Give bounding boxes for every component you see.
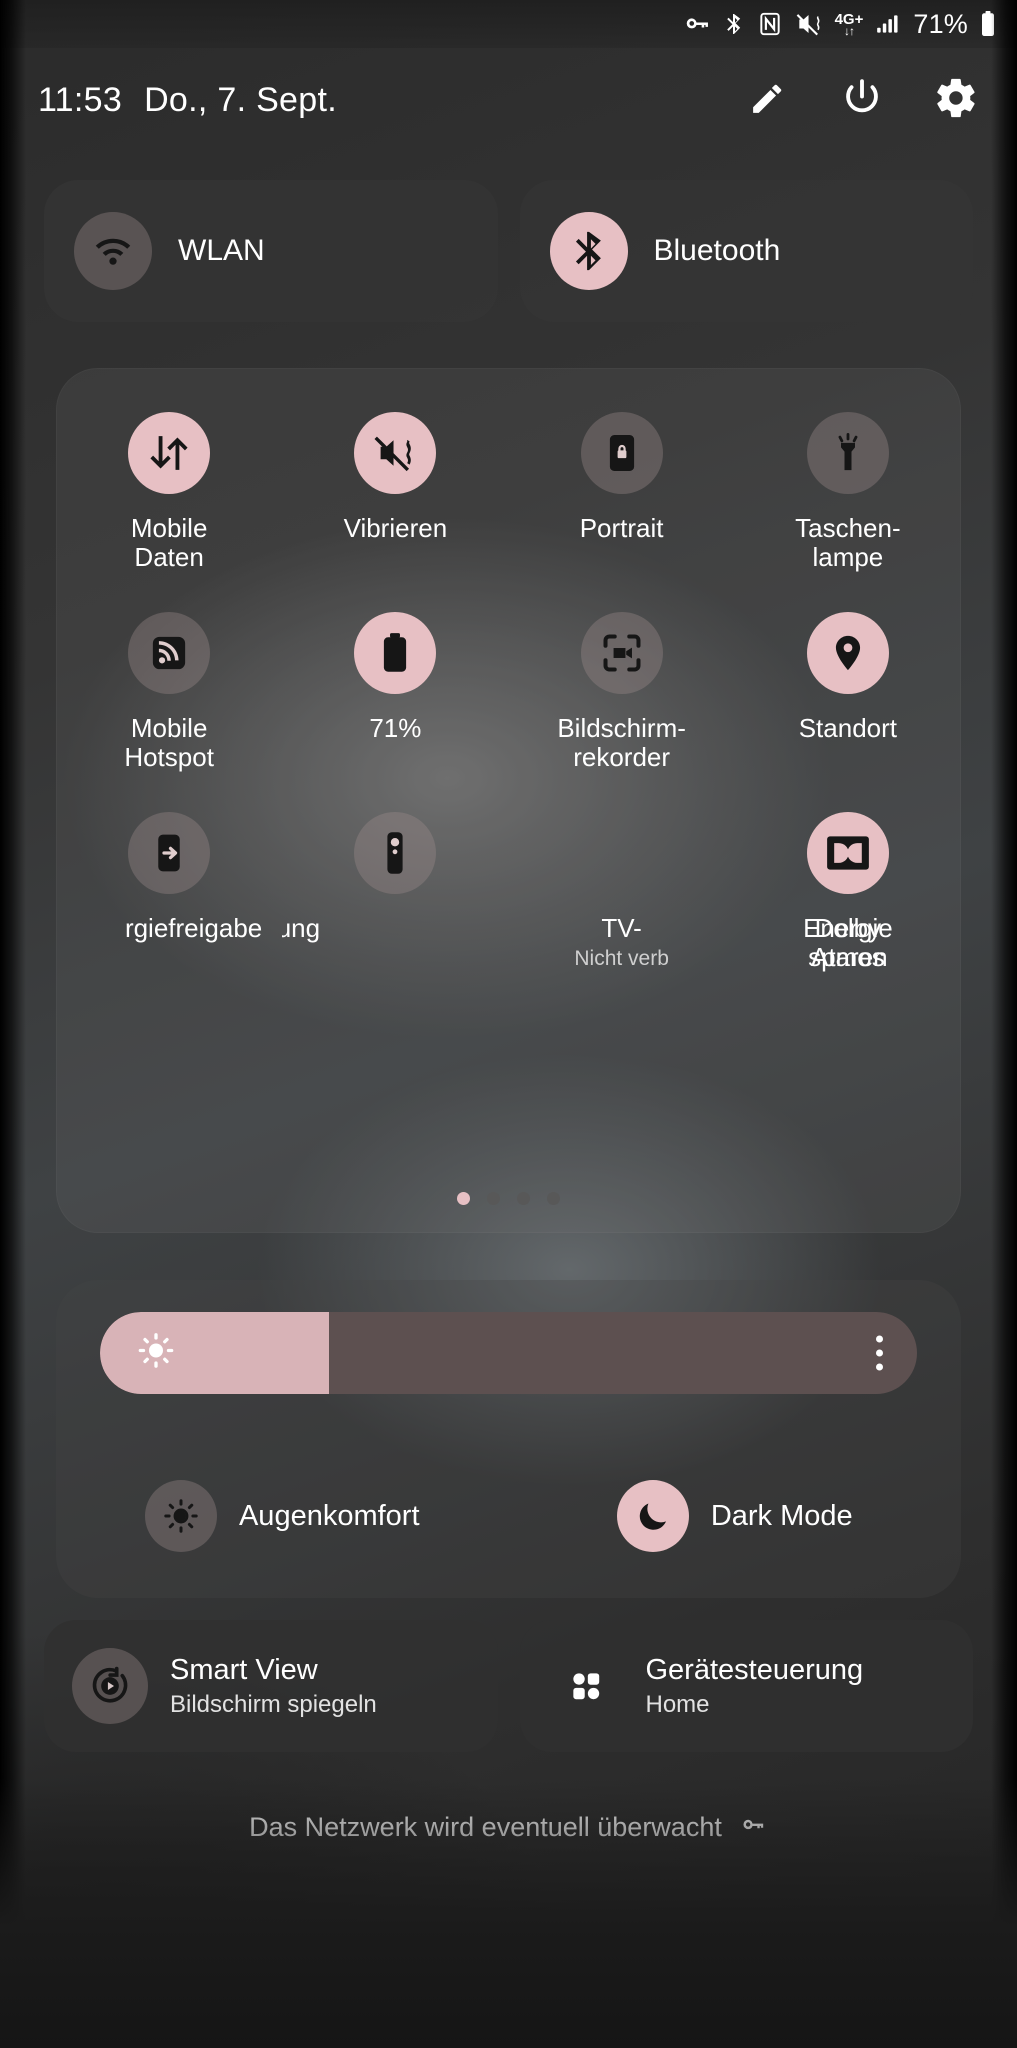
- rotation-lock-icon: [580, 412, 663, 494]
- data-arrows-icon: ↓↑: [843, 23, 855, 38]
- bluetooth-icon: [549, 212, 628, 290]
- tile-tv[interactable]: TV- Nicht verb: [509, 802, 735, 1002]
- tile-mobile-hotspot[interactable]: Mobile Hotspot: [56, 602, 282, 802]
- screen-recorder-icon: [580, 612, 663, 694]
- hotspot-icon: [128, 612, 211, 694]
- tile-device-control-subtitle: Home: [645, 1690, 710, 1718]
- page-dot-4[interactable]: [547, 1192, 560, 1205]
- tile-sublabel: Nicht verb: [574, 947, 669, 971]
- page-dot-2[interactable]: [487, 1192, 500, 1205]
- dolby-atmos-icon: [806, 812, 889, 894]
- tile-label: Mobile Daten: [130, 513, 208, 573]
- power-icon: [840, 76, 884, 125]
- brightness-slider-fill: [100, 1312, 329, 1394]
- tile-smart-view-subtitle: Bildschirm spiegeln: [170, 1690, 377, 1718]
- tile-label: Portrait: [579, 513, 664, 543]
- date-label: Do., 7. Sept.: [144, 80, 337, 119]
- tile-bluetooth[interactable]: Bluetooth: [519, 180, 973, 322]
- quick-tiles-panel: Mobile Daten Vibrieren Portrait Taschen-…: [56, 368, 961, 1233]
- right-edge-shade: [991, 0, 1017, 2048]
- bottom-tile-row: Smart View Bildschirm spiegeln Geräteste…: [44, 1620, 973, 1752]
- pencil-icon: [747, 77, 789, 124]
- tile-device-control-title: Gerätesteuerung: [645, 1653, 864, 1686]
- tile-mobile-data[interactable]: Mobile Daten: [56, 402, 282, 602]
- brightness-sun-icon: [136, 1331, 176, 1376]
- eye-comfort-icon: [144, 1480, 217, 1552]
- tile-label: Taschen- lampe: [795, 513, 901, 573]
- tile-label: TV-: [601, 913, 642, 943]
- flashlight-icon: [806, 412, 889, 494]
- tile-device-control[interactable]: Gerätesteuerung Home: [519, 1620, 973, 1752]
- header-actions: [745, 77, 979, 123]
- power-button[interactable]: [839, 77, 885, 123]
- vpn-key-icon: [738, 1812, 768, 1843]
- brightness-slider[interactable]: [100, 1312, 917, 1394]
- clock-label: 11:53: [38, 80, 123, 119]
- network-4gplus-icon: 4G+ ↓↑: [835, 12, 864, 37]
- brightness-card: Augenkomfort Dark Mode: [56, 1280, 961, 1598]
- tile-dolby-atmos[interactable]: Dolby Atmos: [735, 802, 961, 1002]
- battery-percent-label: 71%: [913, 8, 968, 39]
- mobile-data-icon: [128, 412, 211, 494]
- quick-settings-panel: 4G+ ↓↑ 71% 11:53 Do., 7. Sept. WLAN Blue…: [0, 0, 1017, 2048]
- smart-view-icon: [72, 1648, 148, 1724]
- tile-smart-view[interactable]: Smart View Bildschirm spiegeln: [44, 1620, 498, 1752]
- remote-control-icon: [354, 812, 437, 894]
- tile-vibrate[interactable]: Vibrieren: [282, 402, 508, 602]
- location-pin-icon: [806, 612, 889, 694]
- bluetooth-icon: [722, 9, 746, 39]
- network-monitor-text: Das Netzwerk wird eventuell überwacht: [249, 1812, 722, 1842]
- moon-icon: [616, 1480, 689, 1552]
- vibrate-icon: [354, 412, 437, 494]
- tile-battery-percent[interactable]: 71%: [282, 602, 508, 802]
- tile-dark-mode[interactable]: Dark Mode: [509, 1480, 962, 1552]
- battery-icon: [979, 9, 997, 39]
- battery-icon: [354, 612, 437, 694]
- page-indicator: [56, 1192, 961, 1205]
- settings-button[interactable]: [933, 77, 979, 123]
- page-dot-1[interactable]: [457, 1192, 470, 1205]
- tile-label: Mobile Hotspot: [124, 713, 214, 773]
- edit-button[interactable]: [745, 77, 791, 123]
- tile-eye-comfort-label: Augenkomfort: [238, 1499, 420, 1532]
- tile-dark-mode-label: Dark Mode: [710, 1499, 853, 1532]
- tile-flashlight[interactable]: Taschen- lampe: [735, 402, 961, 602]
- tile-bluetooth-label: Bluetooth: [653, 234, 781, 267]
- tile-wlan[interactable]: WLAN: [44, 180, 498, 322]
- power-share-icon: [128, 812, 211, 894]
- tile-label: Standort: [798, 713, 898, 743]
- panel-header: 11:53 Do., 7. Sept.: [0, 62, 1017, 138]
- tile-eye-comfort[interactable]: Augenkomfort: [56, 1480, 509, 1552]
- tile-label: 71%: [369, 713, 422, 743]
- tile-remote-control[interactable]: nung: [282, 802, 508, 1002]
- tile-label: Vibrieren: [343, 513, 448, 543]
- tile-screen-recorder[interactable]: Bildschirm- rekorder: [509, 602, 735, 802]
- signal-bars-icon: [874, 11, 902, 37]
- tile-label: Bildschirm- rekorder: [557, 713, 686, 773]
- wifi-icon: [74, 212, 152, 290]
- overflow-menu-icon[interactable]: [876, 1335, 883, 1371]
- tile-portrait[interactable]: Portrait: [509, 402, 735, 602]
- tile-location[interactable]: Standort: [735, 602, 961, 802]
- device-control-grid-icon: [548, 1648, 624, 1724]
- tile-smart-view-title: Smart View: [170, 1653, 318, 1686]
- top-toggle-row: WLAN Bluetooth: [44, 180, 973, 322]
- network-monitor-notice[interactable]: Das Netzwerk wird eventuell überwacht: [0, 1812, 1017, 1843]
- nfc-icon: [757, 10, 783, 38]
- tile-label: Dolby Atmos: [811, 913, 885, 973]
- page-dot-3[interactable]: [517, 1192, 530, 1205]
- left-edge-shade: [0, 0, 26, 2048]
- tile-label: nung: [282, 913, 321, 943]
- display-mode-row: Augenkomfort Dark Mode: [56, 1464, 961, 1568]
- tile-label: rgiefreigabe: [124, 913, 263, 943]
- vpn-key-icon: [683, 10, 711, 38]
- gear-icon: [933, 75, 979, 126]
- tile-wlan-label: WLAN: [178, 234, 265, 267]
- status-bar: 4G+ ↓↑ 71%: [0, 0, 1017, 48]
- tile-power-share[interactable]: rgiefreigabe: [56, 802, 282, 1002]
- mute-vibrate-icon: [794, 10, 824, 38]
